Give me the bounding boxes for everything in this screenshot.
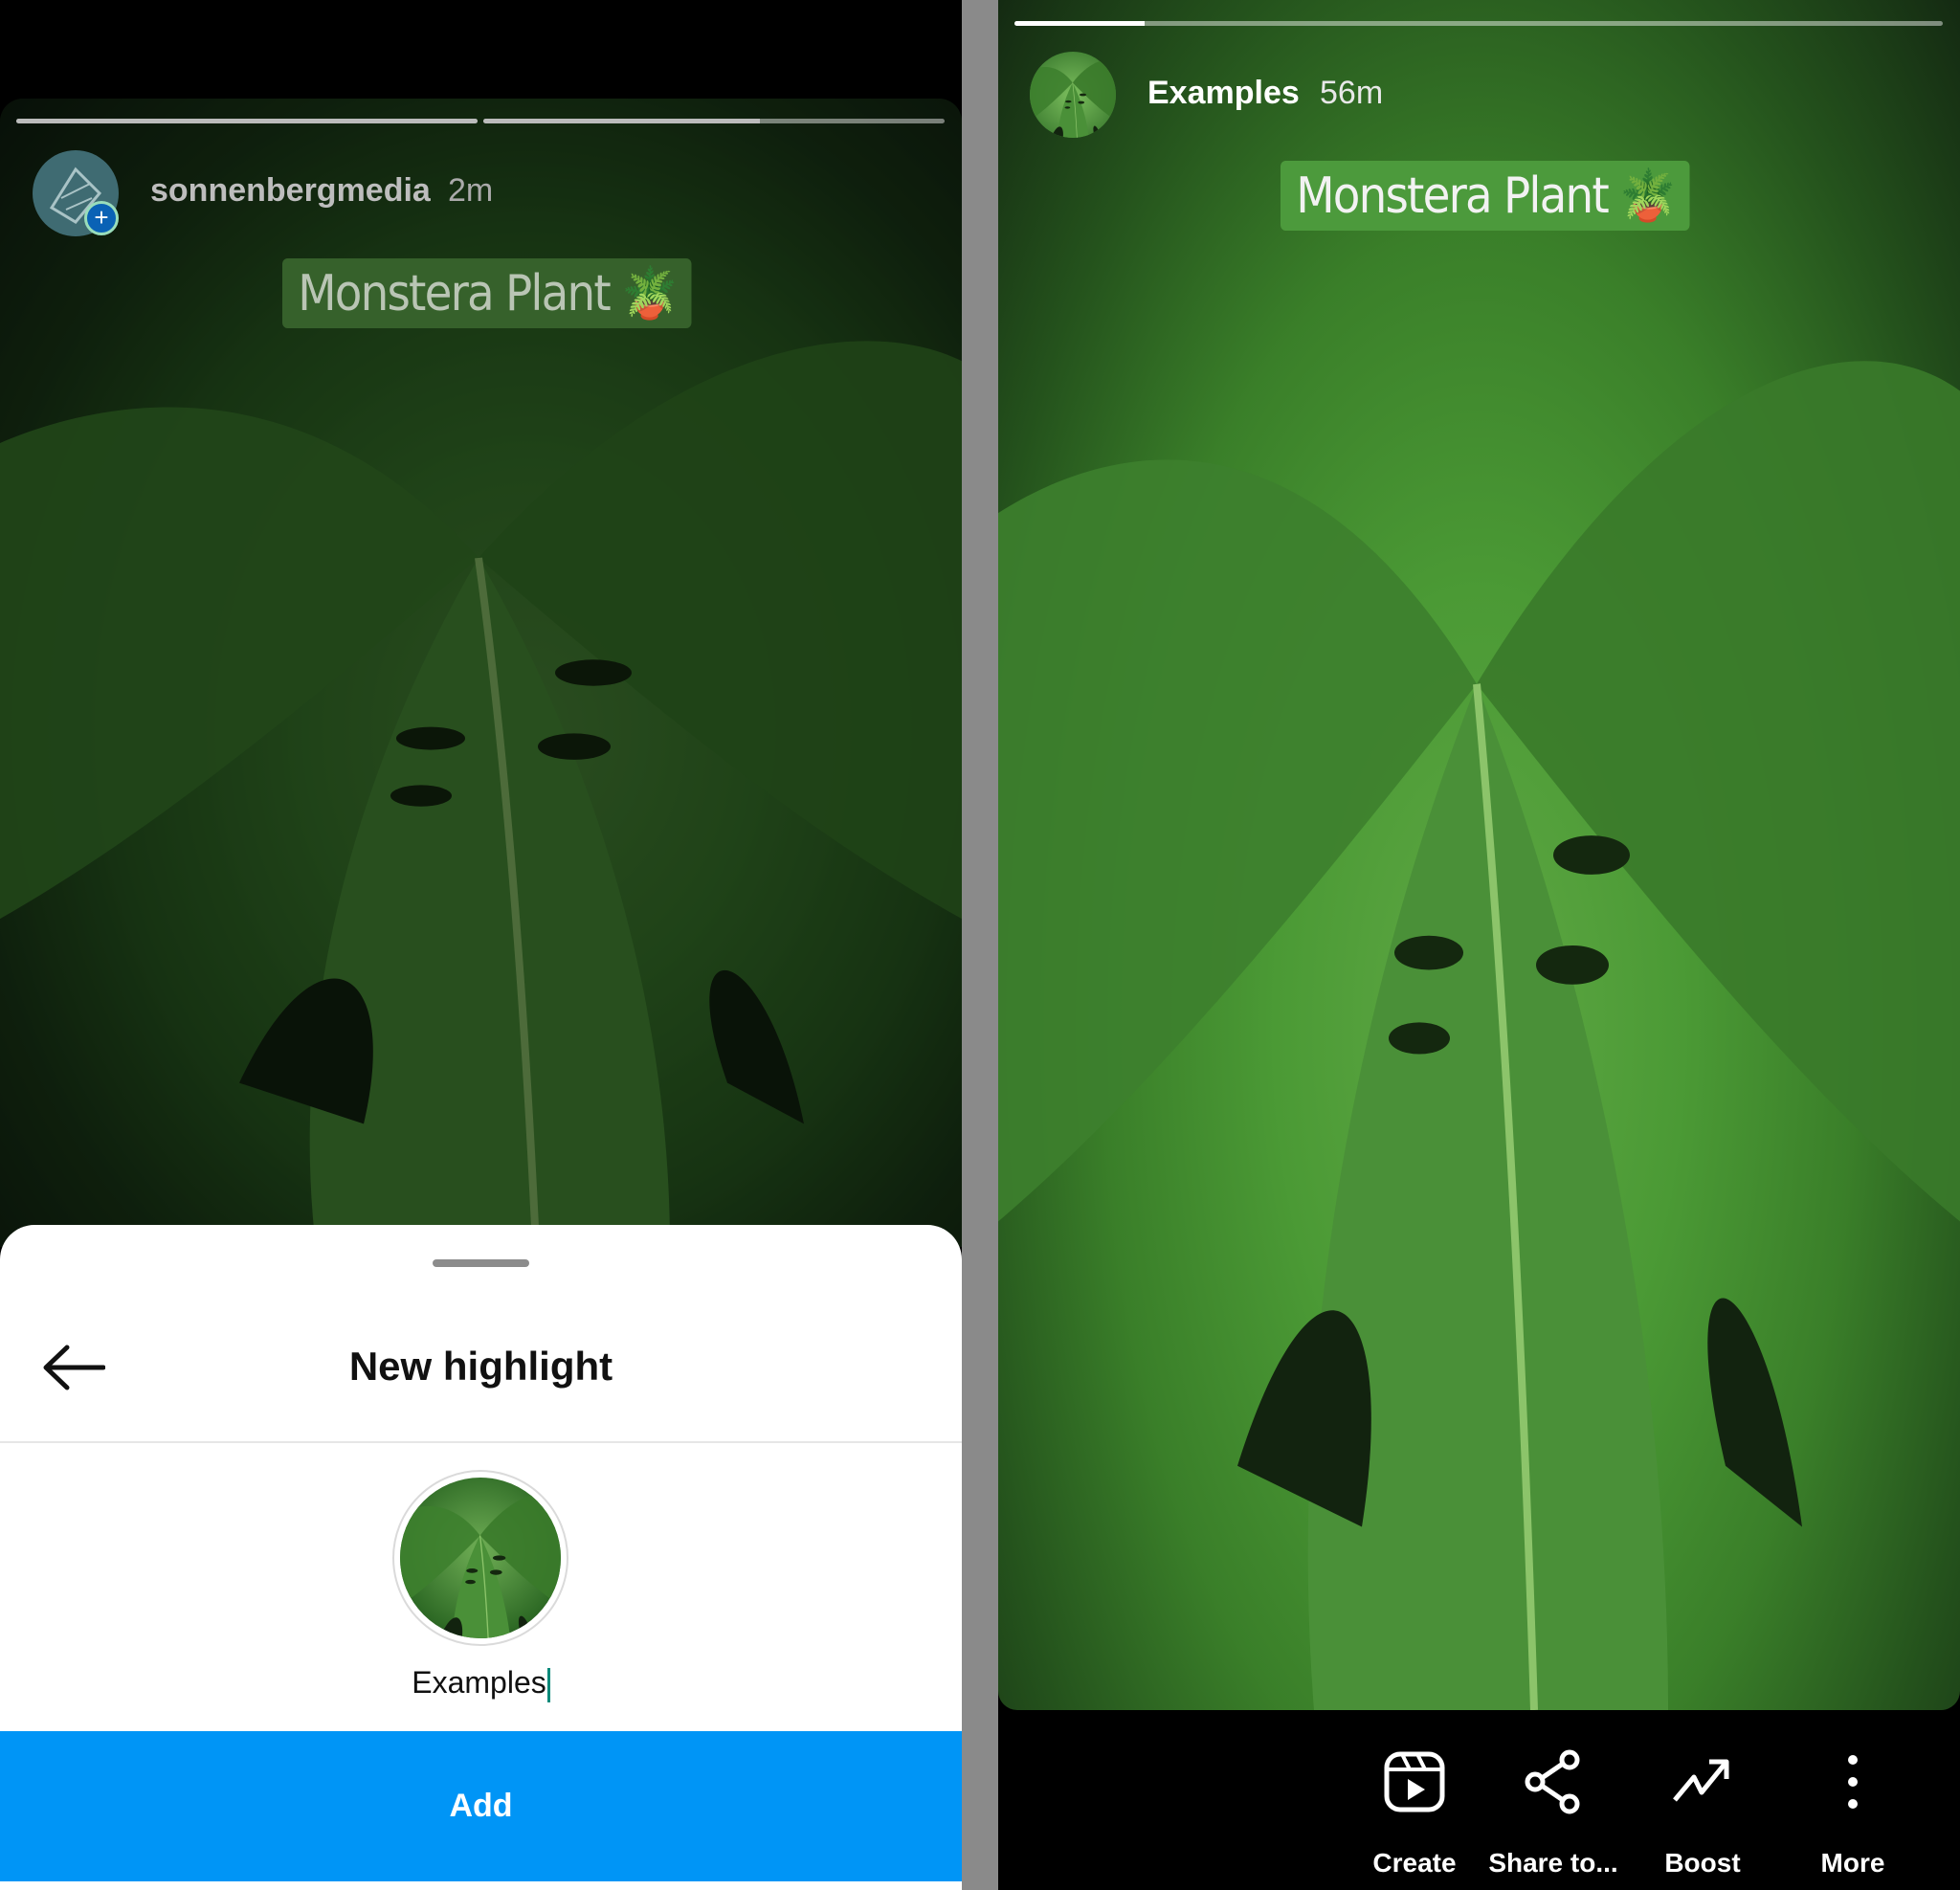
progress-segment — [16, 119, 478, 123]
more-vertical-icon — [1848, 1755, 1858, 1809]
highlight-name-value: Examples — [412, 1665, 546, 1700]
story-progress — [1014, 21, 1943, 26]
share-to-button[interactable]: Share to... — [1481, 1748, 1625, 1879]
potted-plant-icon: 🪴 — [621, 265, 678, 322]
story-actions-bar: Create Share to... Boost More — [998, 1710, 1960, 1890]
more-button[interactable]: More — [1781, 1748, 1925, 1879]
trending-up-icon — [1673, 1759, 1729, 1802]
highlight-name[interactable]: Examples — [1147, 75, 1300, 112]
story-time: 56m — [1320, 75, 1384, 111]
sheet-title: New highlight — [348, 1344, 613, 1389]
sticker-text: Monstera Plant — [1296, 167, 1610, 225]
right-story-screen: Examples 56m Monstera Plant 🪴 Create Sha… — [998, 0, 1960, 1890]
progress-segment — [1014, 21, 1943, 26]
story-time: 2m — [448, 172, 494, 209]
story-progress — [16, 119, 945, 123]
text-sticker: Monstera Plant 🪴 — [282, 258, 692, 328]
share-icon — [1525, 1749, 1580, 1814]
new-highlight-sheet: New highlight Examples Add — [0, 1225, 962, 1890]
story-photo — [998, 0, 1960, 1710]
highlight-name-input[interactable]: Examples — [0, 1665, 962, 1702]
progress-segment — [483, 119, 945, 123]
sticker-text: Monstera Plant — [298, 264, 612, 322]
divider — [0, 1441, 962, 1443]
boost-button[interactable]: Boost — [1631, 1748, 1774, 1879]
highlight-cover[interactable] — [392, 1470, 568, 1646]
reels-icon — [1384, 1751, 1445, 1812]
add-button[interactable]: Add — [0, 1731, 962, 1881]
highlight-avatar[interactable] — [1030, 52, 1116, 138]
text-caret — [546, 1667, 550, 1702]
add-story-plus-icon[interactable]: + — [84, 201, 119, 235]
panel-divider — [962, 0, 998, 1890]
drag-handle[interactable] — [433, 1259, 529, 1267]
potted-plant-icon: 🪴 — [1619, 167, 1676, 225]
text-sticker: Monstera Plant 🪴 — [1281, 161, 1690, 231]
username[interactable]: sonnenbergmedia — [150, 172, 431, 210]
left-story-screen: + sonnenbergmedia 2m Monstera Plant 🪴 Ne… — [0, 0, 962, 1890]
create-button[interactable]: Create — [1343, 1748, 1486, 1879]
